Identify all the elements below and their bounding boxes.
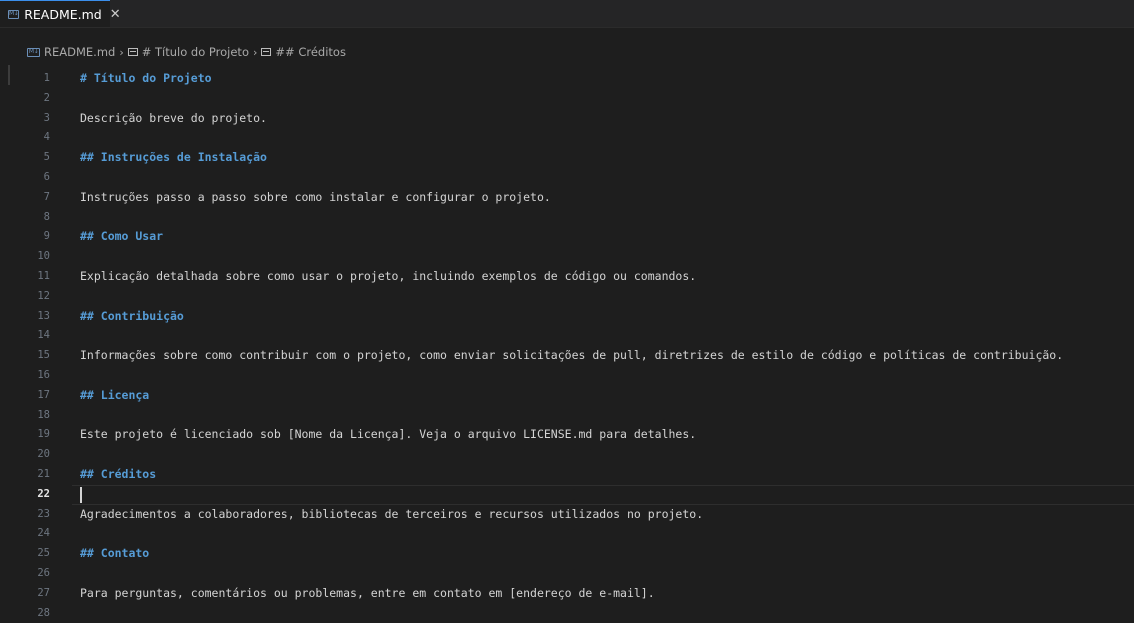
line-text: Descrição breve do projeto. [80,110,267,125]
markdown-heading: ## Instruções de Instalação [80,150,267,165]
editor-line[interactable]: 25 ## Contato [0,544,1134,564]
editor-line[interactable]: 13 ## Contribuição [0,307,1134,327]
editor-line[interactable]: 16 [0,366,1134,386]
line-number: 17 [37,388,50,401]
editor-line[interactable]: 20 [0,445,1134,465]
editor-line[interactable]: 24 [0,524,1134,544]
close-icon[interactable]: ✕ [110,7,121,22]
line-number: 2 [43,91,50,104]
line-number: 27 [37,586,50,599]
line-number: 10 [37,250,50,263]
line-number: 26 [37,566,50,579]
markdown-icon: M↓ [8,9,20,19]
editor-line[interactable]: 23 Agradecimentos a colaboradores, biblio… [0,505,1134,525]
editor-line[interactable]: 26 [0,564,1134,584]
text-cursor [80,486,82,503]
line-number: 19 [37,428,50,441]
line-number: 18 [37,408,50,421]
line-text: Agradecimentos a colaboradores, bibliote… [80,506,704,521]
editor-line[interactable]: 10 [0,247,1134,267]
markdown-heading: ## Contato [80,546,150,561]
line-text: Este projeto é licenciado sob [Nome da L… [80,427,697,442]
tab-bar: M↓ README.md ✕ [0,0,1134,28]
line-number: 13 [37,309,50,322]
markdown-icon: M↓ [27,47,40,57]
line-number: 8 [43,210,50,223]
line-text: Explicação detalhada sobre como usar o p… [80,268,697,283]
editor-line[interactable]: 28 [0,604,1134,623]
editor-line[interactable]: 21 ## Créditos [0,465,1134,485]
line-number: 6 [43,170,50,183]
markdown-heading: ## Licença [80,387,150,402]
editor-line[interactable]: 22 [0,484,1134,505]
editor-line[interactable]: 9 ## Como Usar [0,227,1134,247]
editor-line[interactable]: 11 Explicação detalhada sobre como usar o… [0,267,1134,287]
chevron-right-icon: › [252,45,258,59]
editor-line[interactable]: 4 [0,128,1134,148]
markdown-heading: ## Como Usar [80,229,164,244]
markdown-heading: # Título do Projeto [80,71,212,85]
line-number: 20 [37,448,50,461]
tab-readme[interactable]: M↓ README.md ✕ [0,0,121,27]
markdown-heading: ## Contribuição [80,308,184,323]
line-number: 3 [43,111,50,124]
breadcrumb-item-creditos[interactable]: ## Créditos [275,45,346,59]
editor-line[interactable]: 27 Para perguntas, comentários ou problem… [0,584,1134,604]
line-number: 14 [37,329,50,342]
breadcrumb-item-title[interactable]: # Título do Projeto [142,45,249,59]
line-text: Instruções passo a passo sobre como inst… [80,189,551,204]
line-number: 7 [43,190,50,203]
symbol-icon [127,48,138,56]
editor-line[interactable]: 15 Informações sobre como contribuir com … [0,346,1134,366]
editor-line[interactable]: 19 Este projeto é licenciado sob [Nome da… [0,425,1134,445]
chevron-right-icon: › [119,45,124,59]
editor-line[interactable]: 5 ## Instruções de Instalação [0,148,1134,168]
breadcrumb-file[interactable]: README.md [44,45,115,59]
line-number: 15 [37,349,50,362]
symbol-icon [261,48,272,56]
line-number: 4 [43,131,50,144]
editor-line[interactable]: 8 [0,208,1134,228]
markdown-heading: ## Créditos [80,466,157,481]
line-text: Para perguntas, comentários ou problemas… [80,585,655,600]
editor-line[interactable]: 17 ## Licença [0,386,1134,406]
editor-line[interactable]: 18 [0,406,1134,426]
editor-line[interactable]: 12 [0,287,1134,307]
line-number: 16 [37,368,50,381]
line-number: 24 [37,527,50,540]
line-number: 22 [37,487,50,500]
tab-label: README.md [24,6,102,22]
line-number: 9 [43,230,50,243]
editor-line[interactable]: 6 [0,168,1134,188]
editor-line[interactable]: 1 # Título do Projeto [0,69,1134,89]
line-text: Informações sobre como contribuir com o … [80,348,1064,363]
editor-line[interactable]: 2 [0,89,1134,109]
line-number: 21 [37,467,50,480]
line-number: 23 [37,507,50,520]
line-number: 11 [37,269,50,282]
line-number: 1 [43,72,50,84]
line-number: 28 [37,606,50,619]
code-editor[interactable]: 1 # Título do Projeto 2 3 Descrição breve do… [0,69,1134,623]
editor-line[interactable]: 7 Instruções passo a passo sobre como ins… [0,188,1134,208]
breadcrumb: M↓ README.md › # Título do Projeto › ## … [0,44,1134,60]
editor-line[interactable]: 3 Descrição breve do projeto. [0,109,1134,129]
line-number: 25 [37,547,50,560]
line-number: 12 [37,289,50,302]
editor-line[interactable]: 14 [0,326,1134,346]
line-number: 5 [43,151,50,164]
